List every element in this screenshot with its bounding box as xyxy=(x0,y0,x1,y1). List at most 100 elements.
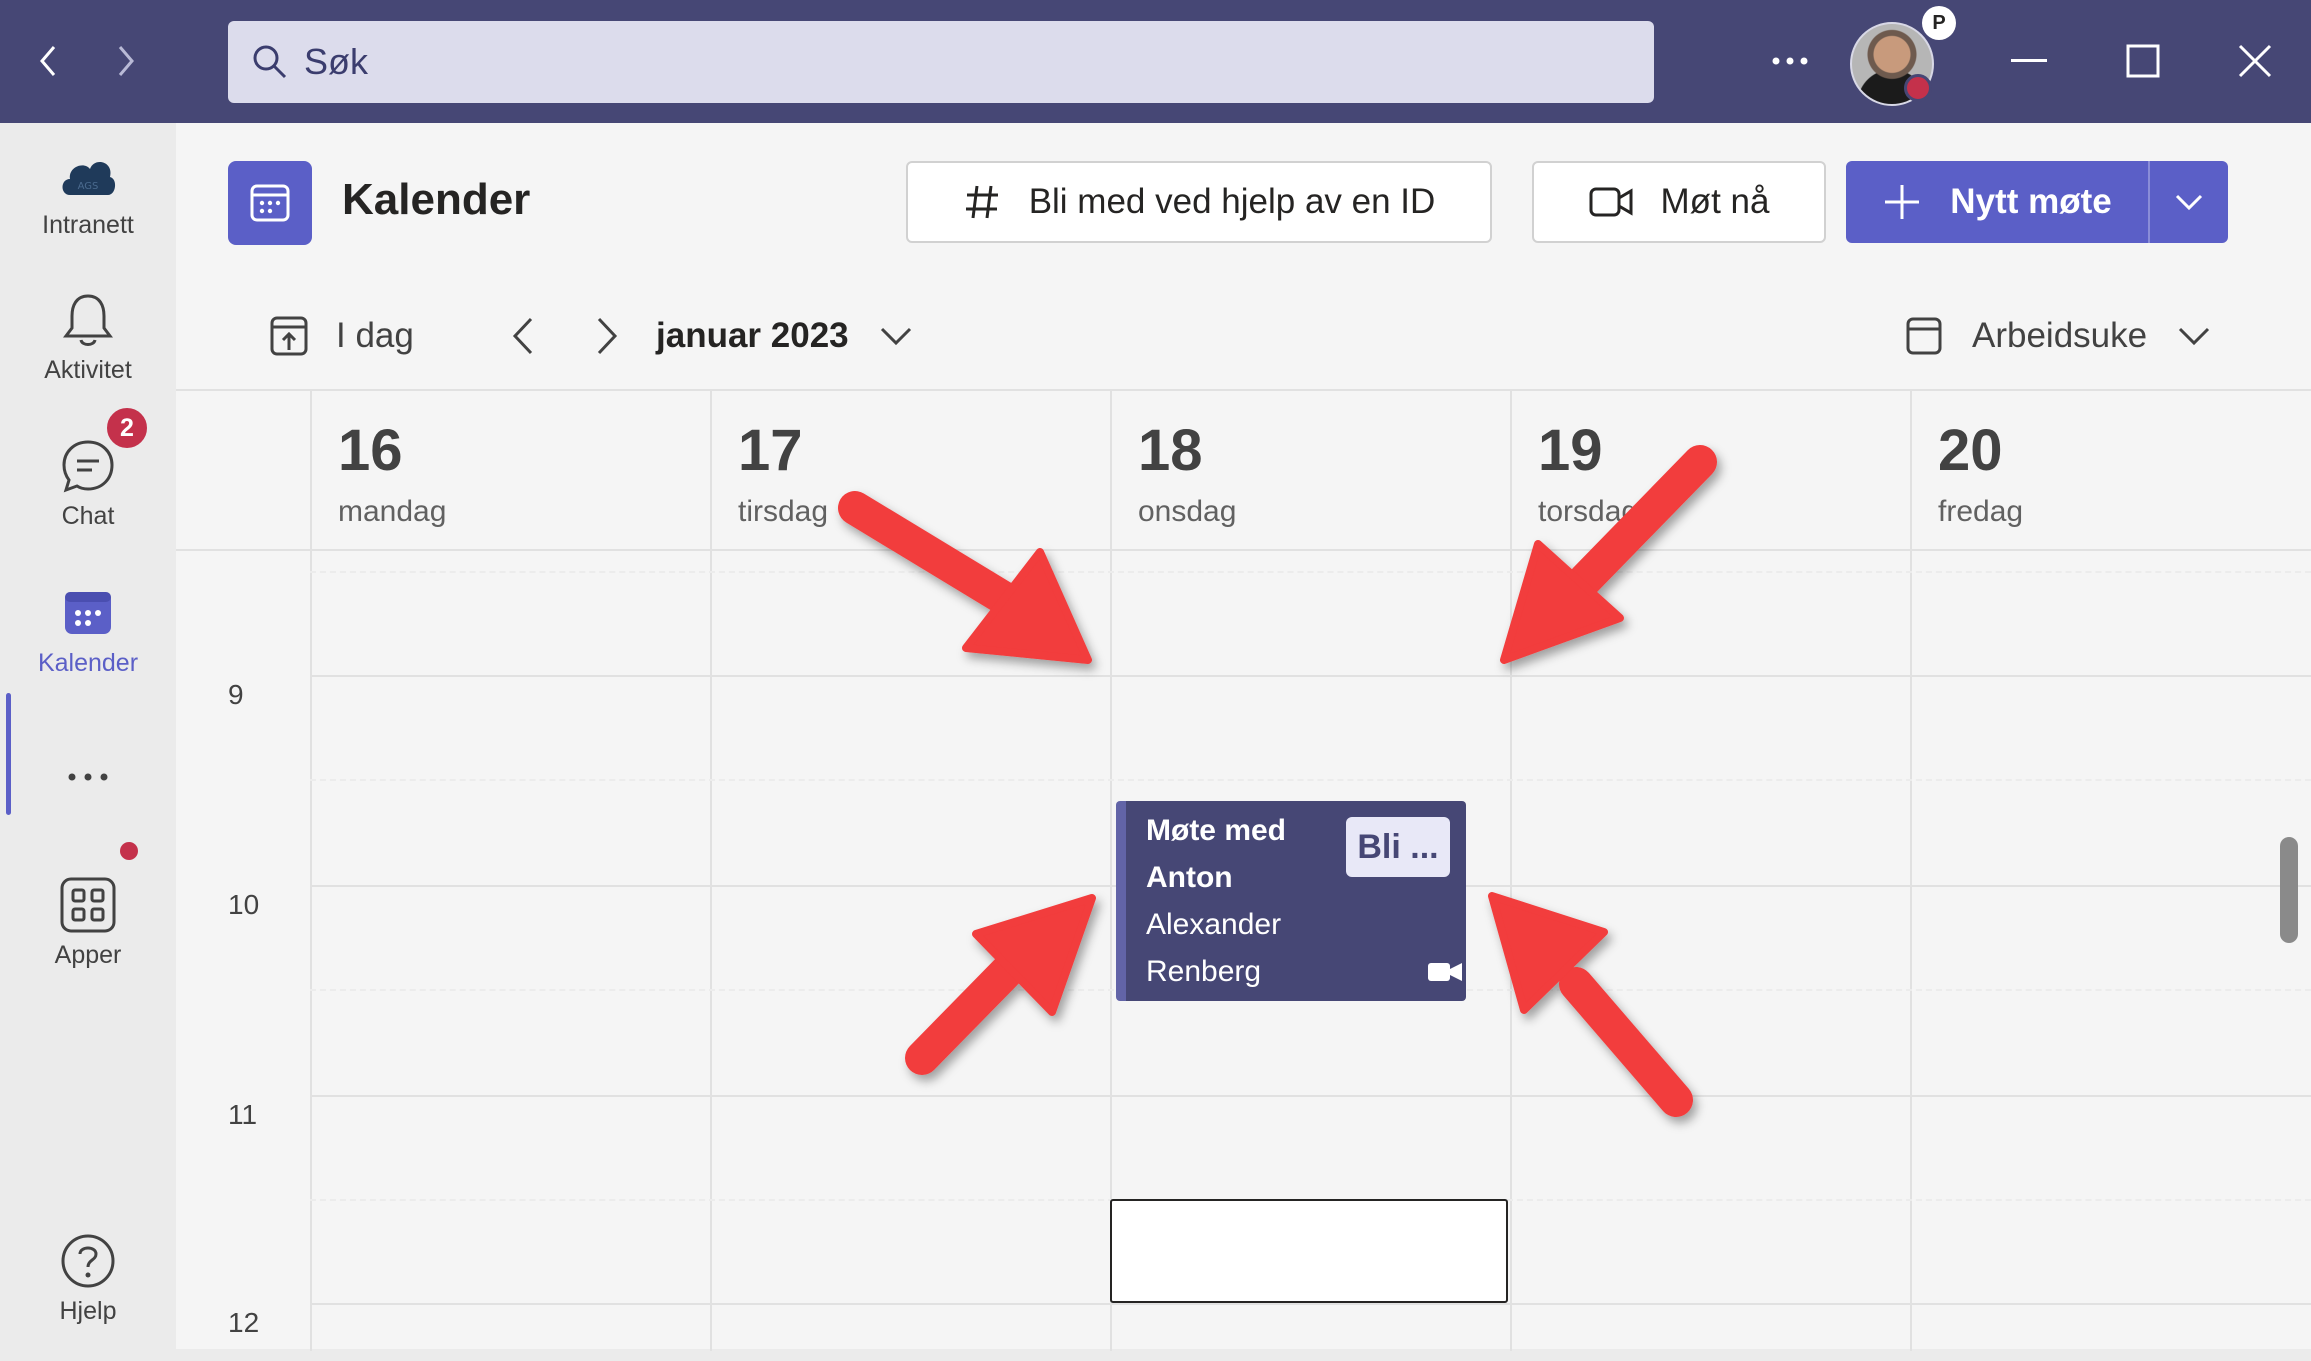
plus-icon xyxy=(1882,182,1922,222)
rail-item-apper[interactable]: Apper xyxy=(0,875,176,1005)
half-hour-line xyxy=(310,779,2311,781)
rail-item-kalender[interactable]: Kalender xyxy=(0,583,176,713)
today-button[interactable]: I dag xyxy=(270,283,414,389)
rail-item-intranett[interactable]: AGS Intranett xyxy=(0,145,176,275)
previous-week-button[interactable] xyxy=(498,283,548,389)
help-icon xyxy=(58,1231,118,1291)
more-horizontal-icon xyxy=(1772,57,1808,65)
chevron-down-icon xyxy=(2175,194,2203,211)
minimize-icon xyxy=(2011,59,2047,62)
vertical-scrollbar[interactable] xyxy=(2280,837,2298,943)
rail-item-aktivitet[interactable]: Aktivitet xyxy=(0,290,176,420)
day-name: mandag xyxy=(338,495,447,528)
search-input[interactable]: Søk xyxy=(228,21,1654,103)
chevron-left-icon xyxy=(512,317,533,355)
more-apps-button[interactable] xyxy=(0,747,176,807)
maximize-icon xyxy=(2126,44,2160,78)
chat-icon xyxy=(58,436,118,496)
column-divider xyxy=(1910,391,1912,1351)
day-header-tuesday[interactable]: 17 tirsdag xyxy=(710,391,1110,551)
rail-item-label: Aktivitet xyxy=(44,356,132,384)
join-with-id-button[interactable]: Bli med ved hjelp av en ID xyxy=(906,161,1492,243)
chevron-right-icon xyxy=(597,317,618,355)
event-title: Anton xyxy=(1146,861,1233,894)
chevron-down-icon xyxy=(2179,327,2210,346)
today-label: I dag xyxy=(336,316,414,355)
month-picker[interactable]: januar 2023 xyxy=(656,283,913,389)
column-divider xyxy=(310,391,312,1351)
view-switcher[interactable]: Arbeidsuke xyxy=(1906,283,2211,389)
day-name: fredag xyxy=(1938,495,2024,528)
day-name: onsdag xyxy=(1138,495,1237,528)
header-divider xyxy=(176,549,2311,551)
video-camera-icon xyxy=(1428,963,1462,981)
presence-busy-icon xyxy=(1904,74,1932,102)
day-number: 16 xyxy=(338,418,403,483)
rail-item-label: Chat xyxy=(61,502,115,530)
search-icon xyxy=(253,45,287,79)
view-label: Arbeidsuke xyxy=(1972,316,2148,355)
rail-item-label: Hjelp xyxy=(59,1297,117,1325)
calendar-toolbar: I dag januar 2023 Arbeidsuke xyxy=(176,283,2311,389)
new-meeting-button[interactable]: Nytt møte xyxy=(1846,161,2148,243)
next-week-button[interactable] xyxy=(582,283,632,389)
hashtag-icon xyxy=(963,183,1001,221)
calendar-icon xyxy=(58,583,118,643)
minimize-button[interactable] xyxy=(1996,30,2062,92)
hour-line xyxy=(310,1095,2311,1097)
chevron-down-icon xyxy=(880,327,911,346)
intranet-cloud-icon: AGS xyxy=(58,145,118,205)
column-divider xyxy=(710,391,712,1351)
unread-dot xyxy=(120,842,138,860)
search-placeholder: Søk xyxy=(304,41,369,82)
back-button[interactable] xyxy=(24,36,74,86)
close-icon xyxy=(2238,44,2272,78)
calendar-pane: Kalender Bli med ved hjelp av en ID Møt … xyxy=(176,123,2311,1351)
day-name: torsdag xyxy=(1538,495,1639,528)
join-meeting-button[interactable]: Bli ... xyxy=(1346,817,1450,877)
chevron-left-icon xyxy=(40,46,56,76)
hour-label: 9 xyxy=(228,679,244,710)
day-name: tirsdag xyxy=(738,495,829,528)
page-title: Kalender xyxy=(342,175,531,224)
bell-icon xyxy=(58,290,118,350)
hour-line xyxy=(310,1303,2311,1305)
hour-label: 11 xyxy=(228,1099,258,1130)
day-number: 20 xyxy=(1938,418,2003,483)
forward-button[interactable] xyxy=(100,36,150,86)
video-camera-icon xyxy=(1589,186,1633,218)
rail-item-chat[interactable]: Chat xyxy=(0,436,176,566)
day-header-friday[interactable]: 20 fredag xyxy=(1910,391,2310,551)
event-organizer: Alexander xyxy=(1146,908,1282,941)
event-organizer: Renberg xyxy=(1146,955,1262,988)
apps-grid-icon xyxy=(58,875,118,935)
app-rail: AGS Intranett Aktivitet 2 Chat Kalender … xyxy=(0,123,176,1349)
selected-time-slot[interactable] xyxy=(1110,1199,1508,1303)
close-button[interactable] xyxy=(2222,30,2288,92)
maximize-button[interactable] xyxy=(2110,30,2176,92)
rail-item-label: Kalender xyxy=(37,649,139,677)
calendar-header: Kalender Bli med ved hjelp av en ID Møt … xyxy=(176,123,2311,283)
meet-now-button[interactable]: Møt nå xyxy=(1532,161,1826,243)
more-options-button[interactable] xyxy=(1768,38,1812,84)
event-title: Møte med xyxy=(1146,814,1287,847)
chevron-right-icon xyxy=(118,46,134,76)
day-header-thursday[interactable]: 19 torsdag xyxy=(1510,391,1910,551)
meet-now-label: Møt nå xyxy=(1660,182,1770,221)
meeting-event[interactable]: Møte med Anton Alexander Renberg Bli ... xyxy=(1116,801,1466,1001)
hour-label: 12 xyxy=(228,1307,260,1338)
new-meeting-dropdown-button[interactable] xyxy=(2148,161,2228,243)
calendar-app-icon xyxy=(228,161,312,245)
month-label: januar 2023 xyxy=(656,316,849,355)
hour-label: 10 xyxy=(228,889,260,920)
day-header-monday[interactable]: 16 mandag xyxy=(310,391,710,551)
day-number: 19 xyxy=(1538,418,1603,483)
day-number: 17 xyxy=(738,418,803,483)
rail-item-label: Intranett xyxy=(42,211,134,239)
hour-line xyxy=(310,675,2311,677)
day-header-wednesday[interactable]: 18 onsdag xyxy=(1110,391,1510,551)
calendar-view-icon xyxy=(1906,317,1942,355)
rail-item-hjelp[interactable]: Hjelp xyxy=(0,1231,176,1361)
day-number: 18 xyxy=(1138,418,1203,483)
week-grid: 16 mandag 17 tirsdag 18 onsdag 19 torsda… xyxy=(176,389,2311,1351)
